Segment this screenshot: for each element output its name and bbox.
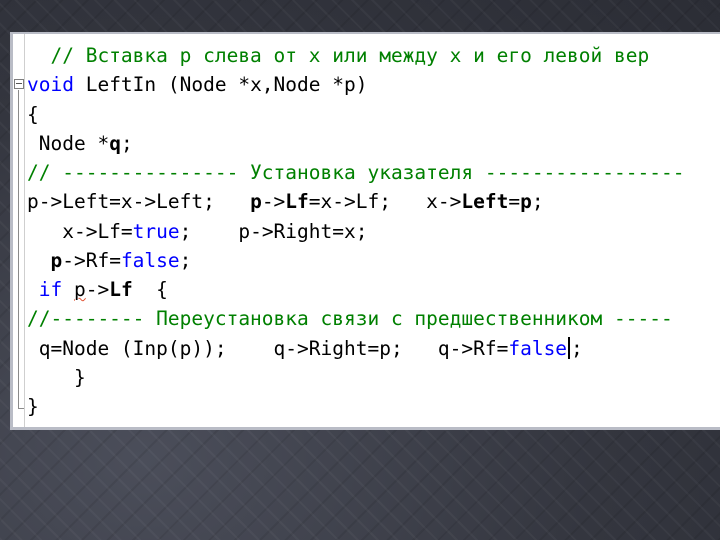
code-token: } bbox=[27, 366, 86, 389]
code-token: p bbox=[50, 249, 63, 272]
code-line[interactable]: q=Node (Inp(p)); q->Right=p; q->Rf=false… bbox=[27, 335, 583, 363]
code-token: ; bbox=[179, 249, 192, 272]
code-line[interactable]: if p->Lf { bbox=[27, 276, 168, 304]
code-token: ; p->Right=x; bbox=[179, 220, 368, 243]
code-token: //-------- Переустановка связи с предшес… bbox=[27, 307, 673, 330]
code-token: q bbox=[109, 132, 121, 155]
code-token: Lf bbox=[285, 190, 309, 213]
code-token: ; bbox=[531, 190, 544, 213]
code-editor[interactable]: // Вставка р слева от x или между x и ег… bbox=[13, 34, 720, 427]
code-token: } bbox=[27, 395, 39, 418]
code-token: = bbox=[508, 190, 521, 213]
code-token: { bbox=[27, 103, 39, 126]
code-token: p bbox=[520, 190, 532, 213]
code-token: void bbox=[27, 73, 74, 96]
code-token: p->Left=x->Left; bbox=[27, 190, 251, 213]
code-token: Left bbox=[461, 190, 509, 213]
code-token: =x->Lf; x-> bbox=[308, 190, 462, 213]
code-line[interactable]: //-------- Переустановка связи с предшес… bbox=[27, 305, 673, 333]
code-line[interactable]: { bbox=[27, 101, 39, 129]
code-token: Node * bbox=[27, 132, 110, 155]
code-line[interactable]: p->Rf=false; bbox=[27, 247, 191, 275]
code-token: p bbox=[250, 190, 262, 213]
editor-gutter bbox=[13, 34, 25, 427]
code-token: { bbox=[132, 278, 168, 301]
code-token: false bbox=[120, 249, 180, 272]
code-token: // Вставка р слева от x или между x и ег… bbox=[27, 44, 650, 67]
code-token: ; bbox=[571, 337, 583, 360]
collapse-icon[interactable] bbox=[14, 79, 24, 89]
code-token: false bbox=[508, 337, 568, 360]
code-line[interactable]: p->Left=x->Left; p->Lf=x->Lf; x->Left=p; bbox=[27, 188, 544, 216]
code-token: p bbox=[73, 278, 86, 301]
code-token: true bbox=[132, 220, 180, 243]
code-token: -> bbox=[85, 278, 110, 301]
code-line[interactable]: // Вставка р слева от x или между x и ег… bbox=[27, 42, 649, 70]
code-line[interactable]: } bbox=[27, 364, 86, 392]
code-token: x->Lf= bbox=[27, 220, 133, 243]
code-line[interactable]: Node *q; bbox=[27, 130, 133, 158]
code-line[interactable]: // --------------- Установка указателя -… bbox=[27, 159, 684, 187]
code-token: // --------------- Установка указателя -… bbox=[27, 161, 685, 184]
fold-guide bbox=[18, 90, 19, 408]
code-line[interactable]: x->Lf=true; p->Right=x; bbox=[27, 218, 367, 246]
code-token: Lf bbox=[109, 278, 133, 301]
code-line[interactable]: } bbox=[27, 393, 39, 421]
code-token: ->Rf= bbox=[62, 249, 121, 272]
code-line[interactable]: void LeftIn (Node *x,Node *p) bbox=[27, 71, 367, 99]
code-token: if bbox=[38, 278, 63, 301]
code-token: ; bbox=[120, 132, 133, 155]
code-token: q=Node (Inp(p)); q->Right=p; q->Rf= bbox=[27, 337, 509, 360]
code-token: -> bbox=[261, 190, 286, 213]
fold-guide-end bbox=[18, 408, 24, 409]
text-caret bbox=[568, 337, 571, 359]
code-token: LeftIn (Node *x,Node *p) bbox=[73, 73, 368, 96]
